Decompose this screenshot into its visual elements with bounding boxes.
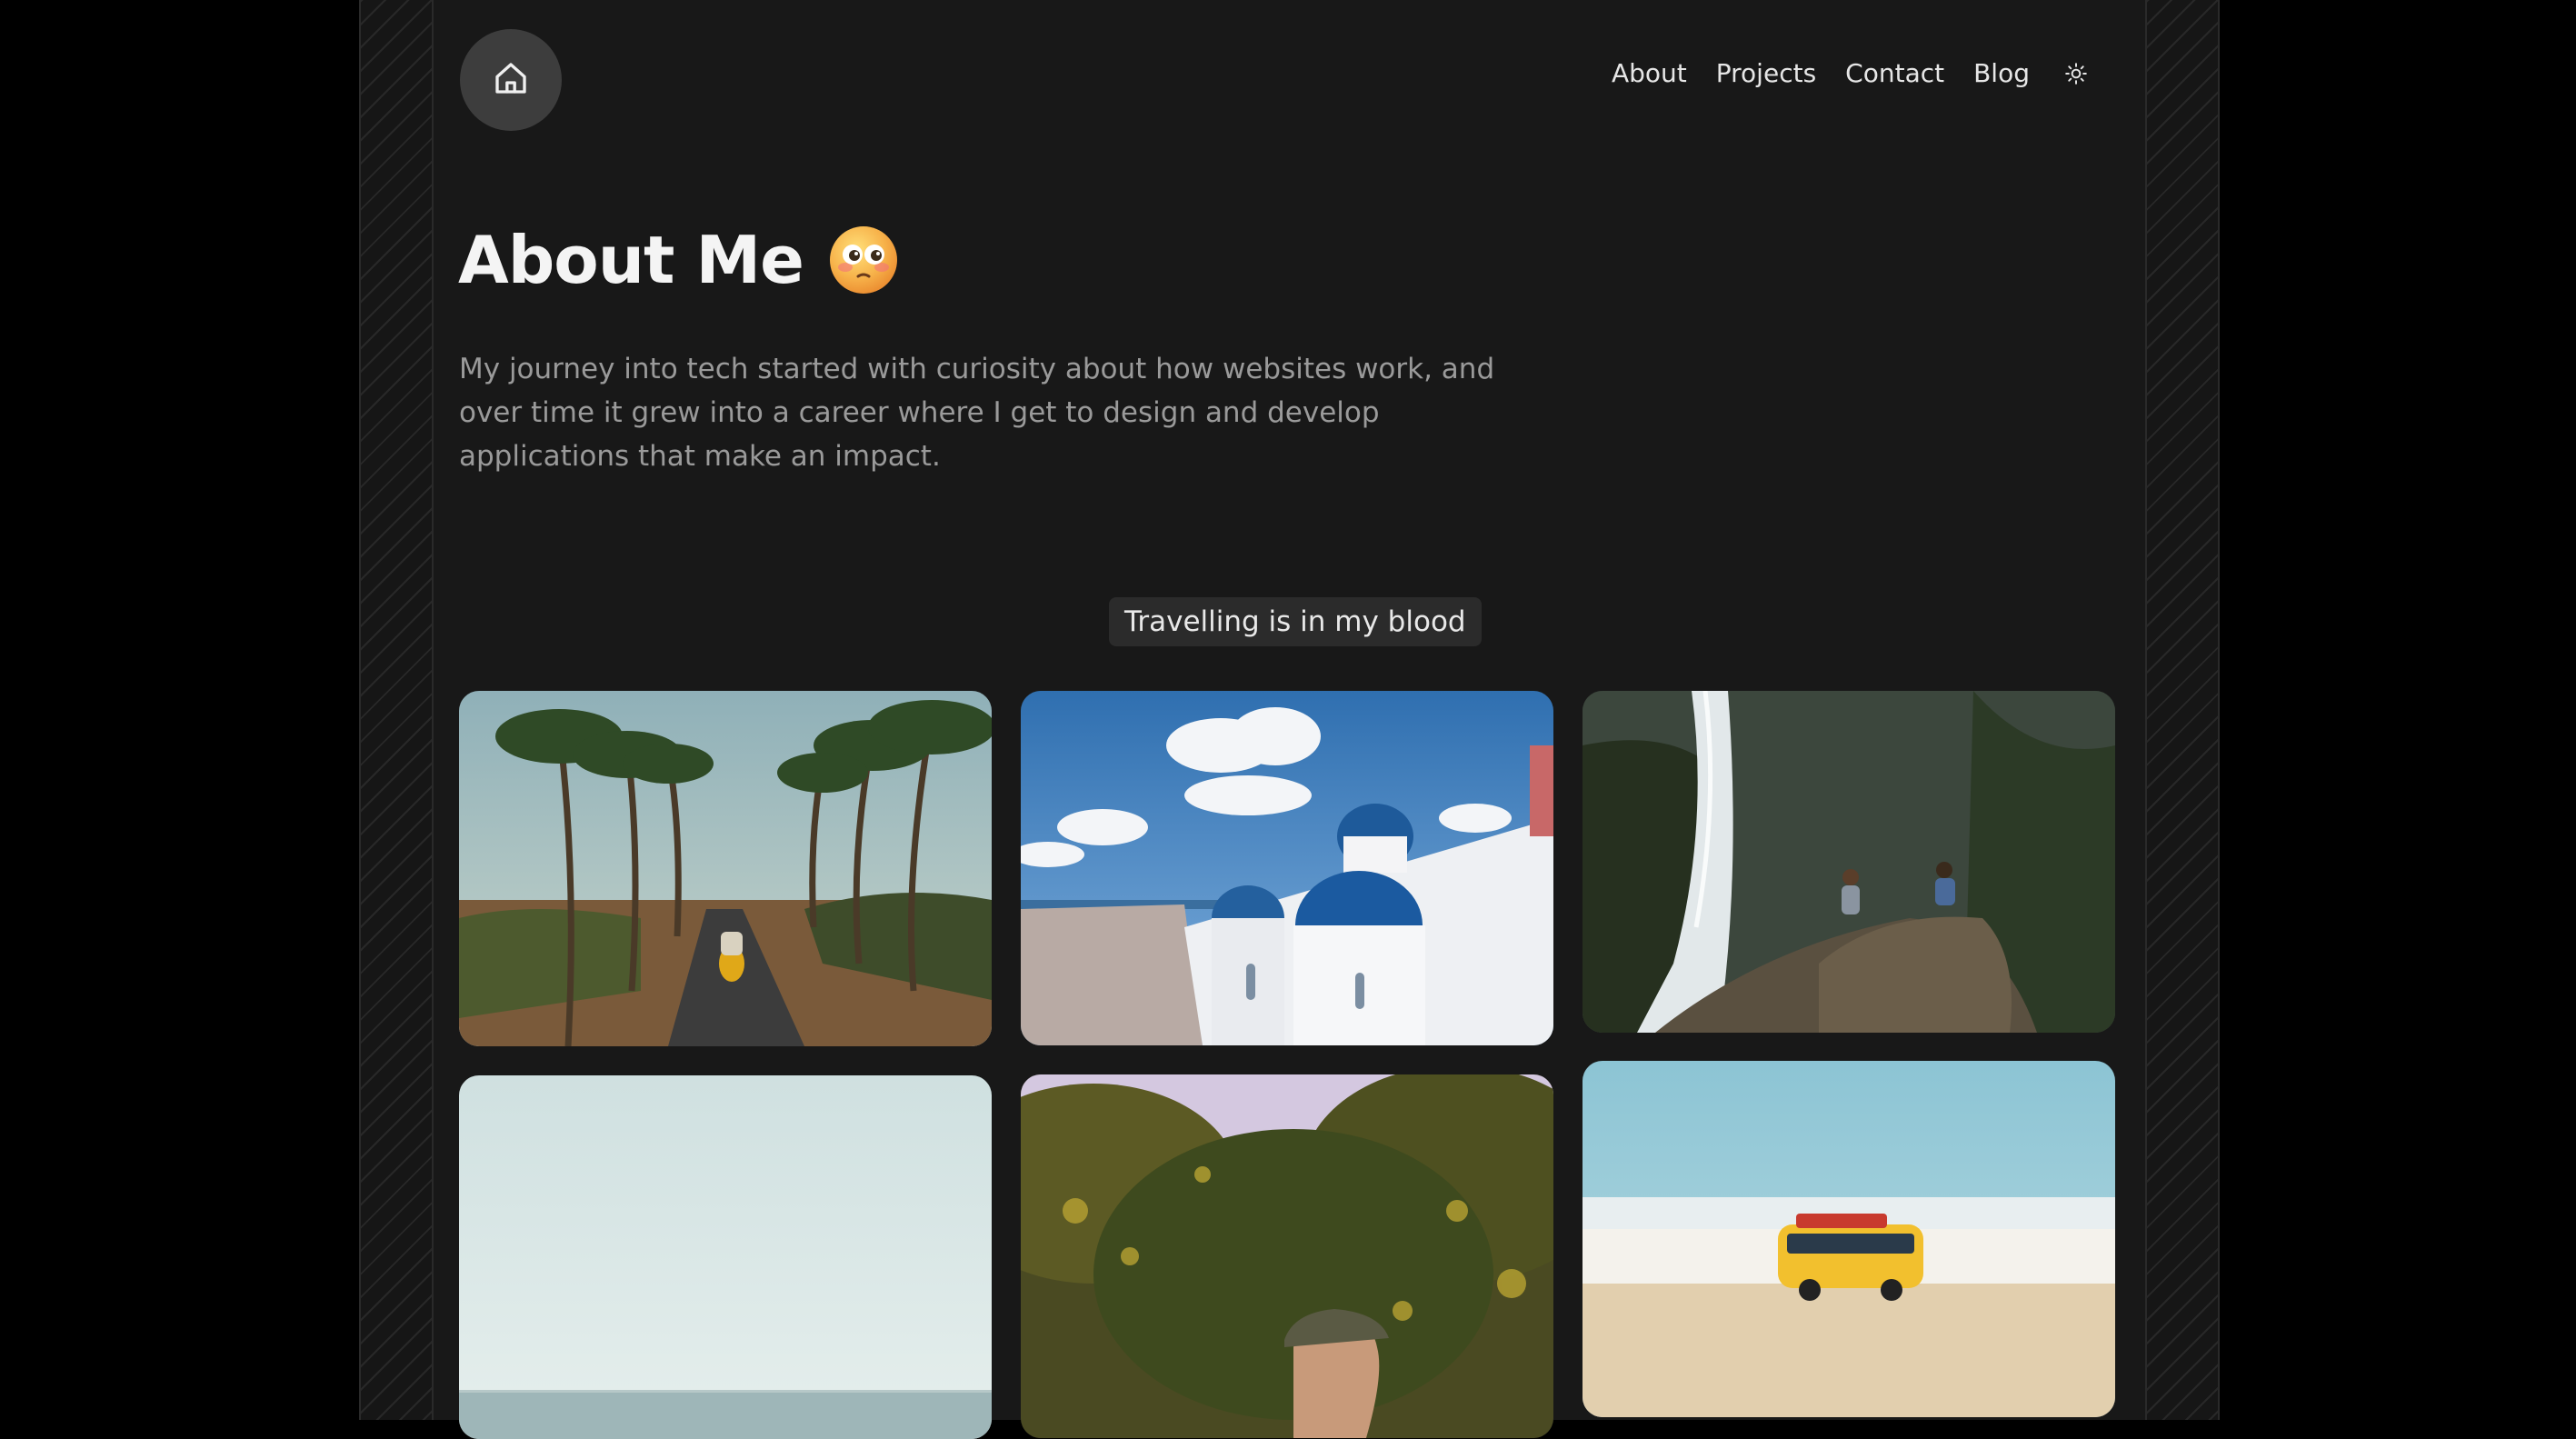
page-title-text: About Me xyxy=(458,222,804,298)
page-container: About Projects Contact Blog About Me My … xyxy=(359,0,2220,1439)
nav-link-projects[interactable]: Projects xyxy=(1716,58,1816,88)
right-decorative-rail xyxy=(2145,0,2220,1420)
flushed-face-emoji-icon xyxy=(827,224,900,296)
left-decorative-rail xyxy=(359,0,434,1420)
waterfall-rocks-photo[interactable] xyxy=(1583,691,2115,1033)
toy-van-beach-photo[interactable] xyxy=(1583,1061,2115,1417)
intro-paragraph: My journey into tech started with curios… xyxy=(459,353,1495,473)
scooter-palm-road-photo[interactable] xyxy=(459,691,992,1046)
hiker-forest-photo[interactable] xyxy=(1021,1074,1553,1438)
gallery-heading-pill: Travelling is in my blood xyxy=(1109,597,1482,646)
page-title: About Me xyxy=(458,224,900,296)
sea-horizon-photo[interactable] xyxy=(459,1075,992,1439)
home-button[interactable] xyxy=(460,29,562,131)
top-nav: About Projects Contact Blog xyxy=(1612,58,2090,88)
home-icon xyxy=(493,60,529,100)
nav-link-blog[interactable]: Blog xyxy=(1973,58,2030,88)
nav-link-about[interactable]: About xyxy=(1612,58,1687,88)
theme-toggle-sun-icon[interactable] xyxy=(2062,60,2090,87)
santorini-domes-photo[interactable] xyxy=(1021,691,1553,1045)
nav-link-contact[interactable]: Contact xyxy=(1845,58,1944,88)
